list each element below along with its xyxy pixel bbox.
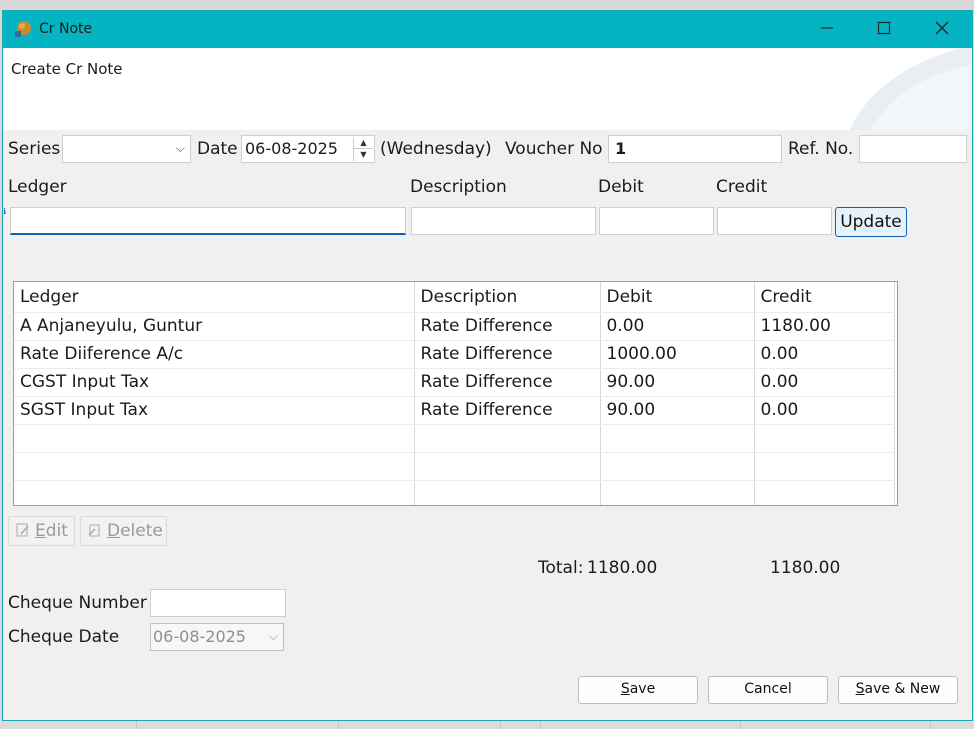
edit-icon [16,523,29,537]
table-row[interactable] [14,452,895,481]
cell-description: Rate Difference [414,340,601,369]
table-row[interactable] [14,424,895,453]
table-row[interactable]: CGST Input Tax Rate Difference 90.00 0.0… [14,368,895,397]
cr-note-window: Cr Note Create Cr Note Series ⌵ Date 06-… [2,10,973,721]
save-new-label-rest: ave & New [864,681,941,697]
cell-debit [600,452,755,481]
total-credit: 1180.00 [770,558,841,578]
table-row[interactable]: Rate Diiference A/c Rate Difference 1000… [14,340,895,369]
app-icon [15,21,31,37]
debit-label: Debit [598,177,644,197]
credit-label: Credit [716,177,768,197]
cheque-number-input[interactable] [150,589,286,617]
cell-ledger: Rate Diiference A/c [14,340,415,369]
credit-input[interactable] [717,207,832,235]
cell-description: Rate Difference [414,396,601,425]
series-label: Series [8,139,61,159]
cell-credit [754,480,895,505]
table-row[interactable] [14,480,895,505]
title-bar[interactable]: Cr Note [3,11,972,48]
column-header-debit[interactable]: Debit [600,282,755,313]
cell-ledger: SGST Input Tax [14,396,415,425]
delete-button[interactable]: Delete [80,516,167,546]
column-header-description[interactable]: Description [414,282,601,313]
cheque-date-picker[interactable]: 06-08-2025 ⌵ [150,623,284,651]
cheque-number-label: Cheque Number [8,593,147,613]
chevron-down-icon: ⌵ [268,629,278,643]
cell-description: Rate Difference [414,368,601,397]
cell-credit [754,452,895,481]
ledger-input[interactable] [10,207,406,235]
date-label: Date [197,139,238,159]
maximize-icon[interactable] [855,11,913,48]
page-title: Create Cr Note [11,60,123,78]
save-button[interactable]: Save [578,676,698,704]
date-picker[interactable]: 06-08-2025 ▲ ▼ [241,135,375,163]
delete-label-rest: elete [120,521,163,541]
cell-debit: 1000.00 [600,340,755,369]
header-panel: Create Cr Note [3,48,972,130]
weekday-label: (Wednesday) [380,139,492,159]
cell-description [414,480,601,505]
cancel-button[interactable]: Cancel [708,676,828,704]
save-underlined: S [620,681,630,697]
cell-debit [600,480,755,505]
cell-credit: 1180.00 [754,312,895,341]
cell-ledger [14,452,415,481]
ref-no-label: Ref. No. [788,139,854,159]
cell-ledger: CGST Input Tax [14,368,415,397]
voucher-no-label: Voucher No [505,139,603,159]
cell-description [414,424,601,453]
cell-description: Rate Difference [414,312,601,341]
description-label: Description [410,177,507,197]
spin-up-icon[interactable]: ▲ [354,137,373,149]
minimize-icon[interactable] [798,11,856,48]
table-row[interactable]: SGST Input Tax Rate Difference 90.00 0.0… [14,396,895,425]
table-row[interactable]: A Anjaneyulu, Guntur Rate Difference 0.0… [14,312,895,341]
edit-button[interactable]: Edit [8,516,75,546]
voucher-no-input[interactable]: 1 [608,135,782,163]
cell-credit [754,424,895,453]
chevron-down-icon: ⌵ [175,141,185,155]
cell-credit: 0.00 [754,368,895,397]
total-label: Total: [538,558,584,578]
edit-underlined: E [35,521,46,541]
cell-credit: 0.00 [754,396,895,425]
cheque-date-label: Cheque Date [8,627,120,647]
cell-description [414,452,601,481]
cheque-date-value: 06-08-2025 [153,627,246,646]
cell-credit: 0.00 [754,340,895,369]
cell-ledger [14,480,415,505]
date-value: 06-08-2025 [245,139,338,158]
cell-debit [600,424,755,453]
delete-icon [88,524,100,537]
decorative-swoosh [849,48,972,130]
total-debit: 1180.00 [587,558,658,578]
cell-debit: 90.00 [600,368,755,397]
ref-no-input[interactable] [859,135,967,163]
info-icon: ℹ [3,207,7,216]
description-input[interactable] [411,207,596,235]
update-button[interactable]: Update [835,207,907,237]
window-title: Cr Note [39,21,93,37]
cell-debit: 90.00 [600,396,755,425]
save-new-underlined: S [855,681,865,697]
date-spinner[interactable]: ▲ ▼ [353,137,373,161]
column-header-ledger[interactable]: Ledger [14,282,415,313]
close-icon[interactable] [913,11,971,48]
spin-down-icon[interactable]: ▼ [354,149,373,161]
edit-label-rest: dit [45,521,68,541]
grid-header-row: Ledger Description Debit Credit [14,282,895,313]
debit-input[interactable] [599,207,714,235]
entries-grid[interactable]: Ledger Description Debit Credit A Anjane… [13,281,898,506]
column-header-credit[interactable]: Credit [754,282,895,313]
save-and-new-button[interactable]: Save & New [838,676,958,704]
series-combo[interactable]: ⌵ [62,135,191,163]
delete-underlined: D [107,521,121,541]
save-label-rest: ave [629,681,656,697]
cell-debit: 0.00 [600,312,755,341]
ledger-label: Ledger [8,177,67,197]
cell-ledger: A Anjaneyulu, Guntur [14,312,415,341]
cell-ledger [14,424,415,453]
